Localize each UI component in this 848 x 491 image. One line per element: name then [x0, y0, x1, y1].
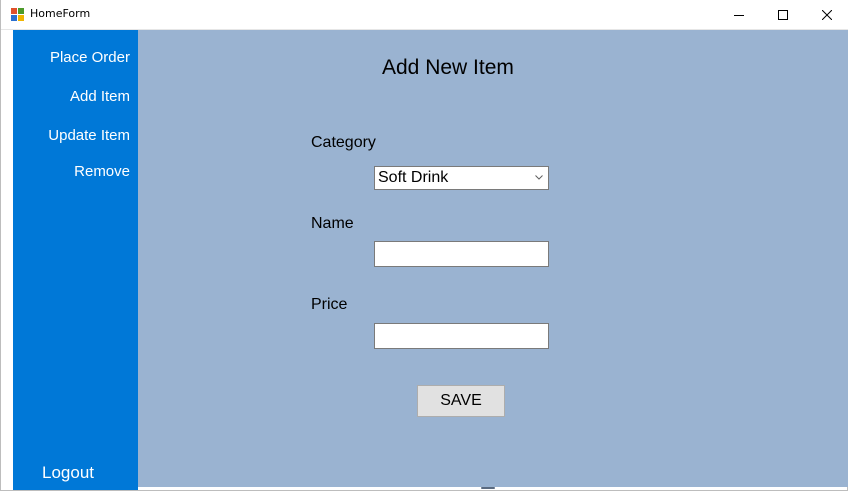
window-title: HomeForm [30, 7, 91, 20]
price-label: Price [311, 296, 348, 313]
sidebar: Place Order Add Item Update Item Remove … [13, 30, 138, 490]
close-button[interactable] [805, 0, 848, 30]
sidebar-item-remove[interactable]: Remove [74, 163, 130, 180]
sidebar-item-place-order[interactable]: Place Order [50, 49, 130, 66]
category-label: Category [311, 134, 376, 151]
price-input[interactable] [374, 323, 549, 349]
title-bar[interactable]: HomeForm [1, 0, 848, 30]
home-form-window: HomeForm Place Order Add Item Update Ite… [0, 0, 848, 491]
maximize-icon [778, 10, 788, 20]
sidebar-item-update-item[interactable]: Update Item [48, 127, 130, 144]
save-button[interactable]: SAVE [417, 385, 505, 417]
minimize-button[interactable] [717, 0, 761, 30]
minimize-icon [734, 15, 744, 16]
category-select[interactable]: Soft Drink [374, 166, 549, 190]
window-edge-mark [481, 487, 495, 489]
add-item-panel: Add New Item Category Soft Drink Name Pr… [138, 30, 848, 487]
logout-link[interactable]: Logout [42, 463, 94, 483]
page-title: Add New Item [382, 56, 514, 79]
sidebar-item-add-item[interactable]: Add Item [70, 88, 130, 105]
name-label: Name [311, 215, 354, 232]
close-icon [822, 10, 832, 20]
name-input[interactable] [374, 241, 549, 267]
chevron-down-icon [535, 175, 543, 180]
app-icon [11, 8, 24, 21]
category-selected-value: Soft Drink [378, 169, 449, 186]
maximize-button[interactable] [761, 0, 805, 30]
